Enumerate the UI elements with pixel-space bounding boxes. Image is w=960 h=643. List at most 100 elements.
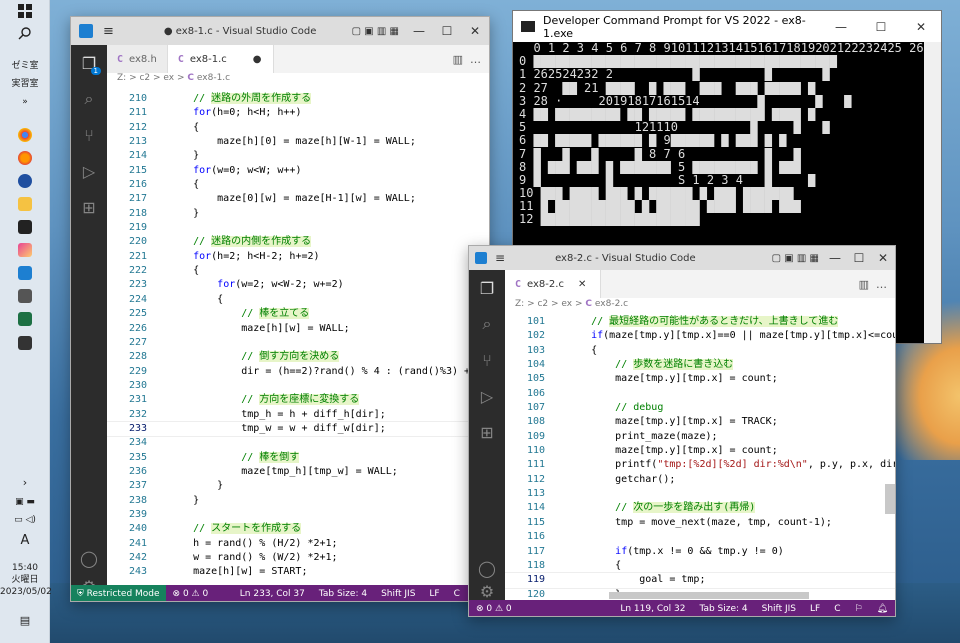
taskbar-folder-jisshu[interactable]: 実習室 [0,76,50,89]
tab-size[interactable]: Tab Size: 4 [692,604,754,614]
breadcrumb-file[interactable]: ex8-1.c [197,73,230,83]
taskbar-terminal[interactable] [0,220,50,234]
restricted-mode-button[interactable]: ⛨ Restricted Mode [71,585,166,601]
code-line[interactable]: 110 maze[tmp.y][tmp.x] = count; [505,444,895,458]
notification-button[interactable]: ▤ [0,614,50,627]
tray-volume[interactable]: ▭ ◁) [0,512,50,525]
taskbar-console[interactable] [0,336,50,350]
editor-actions[interactable]: ▥ … [453,45,489,73]
search-button[interactable]: ⌕ [71,81,107,117]
menu-icon[interactable]: ≡ [495,251,505,265]
vscode-window-ex8-2[interactable]: ≡ ex8-2.c - Visual Studio Code ▢ ▣ ▥ ▦ —… [468,245,896,617]
console-titlebar[interactable]: Developer Command Prompt for VS 2022 - e… [513,11,941,42]
horizontal-scrollbar[interactable] [609,592,809,599]
code-line[interactable]: 213 maze[h][0] = maze[h][W-1] = WALL; [107,135,489,149]
encoding[interactable]: Shift JIS [755,604,803,614]
code-line[interactable]: 107 // debug [505,401,895,415]
breadcrumb-folder[interactable]: ex [561,299,572,309]
start-button[interactable] [0,4,50,21]
eol[interactable]: LF [803,604,827,614]
source-control-button[interactable]: ⑂ [71,117,107,153]
code-line[interactable]: 217 maze[0][w] = maze[H-1][w] = WALL; [107,192,489,206]
code-line[interactable]: 109 print_maze(maze); [505,430,895,444]
code-line[interactable]: 112 getchar(); [505,473,895,487]
code-line[interactable]: 212 { [107,121,489,135]
code-line[interactable]: 230 [107,379,489,393]
code-line[interactable]: 226 maze[h][w] = WALL; [107,322,489,336]
code-line[interactable]: 232 tmp_h = h + diff_h[dir]; [107,408,489,422]
breadcrumb-drive[interactable]: Z: [117,73,126,83]
taskbar-more[interactable]: » [0,94,50,107]
code-line[interactable]: 233 tmp_w = w + diff_w[dir]; [107,420,489,438]
titlebar[interactable]: ≡ ● ex8-1.c - Visual Studio Code ▢ ▣ ▥ ▦… [71,17,489,45]
code-line[interactable]: 101 // 最短経路の可能性があるときだけ、上書きして進む [505,315,895,329]
close-button[interactable]: ✕ [871,251,895,265]
code-line[interactable]: 241 h = rand() % (H/2) *2+1; [107,537,489,551]
tab-size[interactable]: Tab Size: 4 [312,589,374,599]
minimize-button[interactable]: — [821,20,861,34]
code-line[interactable]: 216 { [107,178,489,192]
breadcrumb-file[interactable]: ex8-2.c [595,299,628,309]
code-line[interactable]: 115 tmp = move_next(maze, tmp, count-1); [505,516,895,530]
code-line[interactable]: 218 } [107,207,489,221]
code-line[interactable]: 102 if(maze[tmp.y][tmp.x]==0 || maze[tmp… [505,329,895,343]
code-line[interactable]: 118 { [505,559,895,573]
code-line[interactable]: 119 goal = tmp; [505,572,895,589]
unsaved-dot-icon[interactable]: ● [253,54,262,65]
taskbar-explorer[interactable] [0,197,50,211]
code-line[interactable]: 211 for(h=0; h<H; h++) [107,106,489,120]
extensions-button[interactable]: ⊞ [469,414,505,450]
close-button[interactable]: ✕ [901,20,941,34]
titlebar[interactable]: ≡ ex8-2.c - Visual Studio Code ▢ ▣ ▥ ▦ —… [469,246,895,270]
tray-icons[interactable]: ▣ ▬ [0,494,50,507]
breadcrumb[interactable]: Z: > c2 > ex > C ex8-1.c [111,69,230,87]
code-line[interactable]: 103 { [505,344,895,358]
code-line[interactable]: 224 { [107,293,489,307]
code-line[interactable]: 239 [107,508,489,522]
taskbar-excel[interactable] [0,312,50,326]
maximize-button[interactable]: ☐ [433,24,461,38]
code-line[interactable]: 214 } [107,149,489,163]
code-line[interactable]: 104 // 歩数を迷路に書き込む [505,358,895,372]
taskbar-vscode[interactable] [0,266,50,280]
code-line[interactable]: 105 maze[tmp.y][tmp.x] = count; [505,372,895,386]
problems-indicator[interactable]: ⊗ 0 ⚠ 0 [469,604,519,614]
minimize-button[interactable]: — [405,24,433,38]
tab-ex8-2-c[interactable]: Cex8-2.c ✕ [505,270,602,298]
eol[interactable]: LF [422,589,446,599]
code-line[interactable]: 221 for(h=2; h<H-2; h+=2) [107,250,489,264]
notification-icon[interactable]: 🔔︎ [870,604,895,614]
code-line[interactable]: 243 maze[h][w] = START; [107,565,489,579]
taskbar-firefox[interactable] [0,151,50,165]
close-button[interactable]: ✕ [461,24,489,38]
ime-indicator[interactable]: A [0,533,50,548]
vertical-scrollbar[interactable] [885,484,895,514]
code-line[interactable]: 220 // 迷路の内側を作成する [107,235,489,249]
code-editor[interactable]: 210 // 迷路の外周を作成する 211 for(h=0; h<H; h++) 2… [107,92,489,586]
code-line[interactable]: 225 // 棒を立てる [107,307,489,321]
breadcrumb-folder[interactable]: ex [163,73,174,83]
maximize-button[interactable]: ☐ [847,251,871,265]
source-control-button[interactable]: ⑂ [469,342,505,378]
taskbar-calculator[interactable] [0,289,50,303]
editor-actions[interactable]: ▥ … [859,270,895,298]
code-line[interactable]: 237 } [107,479,489,493]
taskbar-github[interactable] [0,174,50,188]
code-line[interactable]: 234 [107,436,489,450]
tray-expand[interactable]: › [0,476,50,489]
taskbar-chrome[interactable] [0,128,50,142]
code-line[interactable]: 219 [107,221,489,235]
run-debug-button[interactable]: ▷ [469,378,505,414]
cursor-position[interactable]: Ln 233, Col 37 [233,589,312,599]
explorer-button[interactable]: ❐ [469,270,505,306]
run-debug-button[interactable]: ▷ [71,153,107,189]
menu-icon[interactable]: ≡ [103,24,114,39]
code-line[interactable]: 108 maze[tmp.y][tmp.x] = TRACK; [505,415,895,429]
code-line[interactable]: 215 for(w=0; w<W; w++) [107,164,489,178]
breadcrumb-folder[interactable]: c2 [139,73,150,83]
code-line[interactable]: 240 // スタートを作成する [107,522,489,536]
vscode-window-ex8-1[interactable]: ≡ ● ex8-1.c - Visual Studio Code ▢ ▣ ▥ ▦… [70,16,490,602]
clock[interactable]: 15:40 火曜日 2023/05/02 [0,562,52,598]
code-line[interactable]: 223 for(w=2; w<W-2; w+=2) [107,278,489,292]
close-tab-icon[interactable]: ✕ [578,279,586,290]
